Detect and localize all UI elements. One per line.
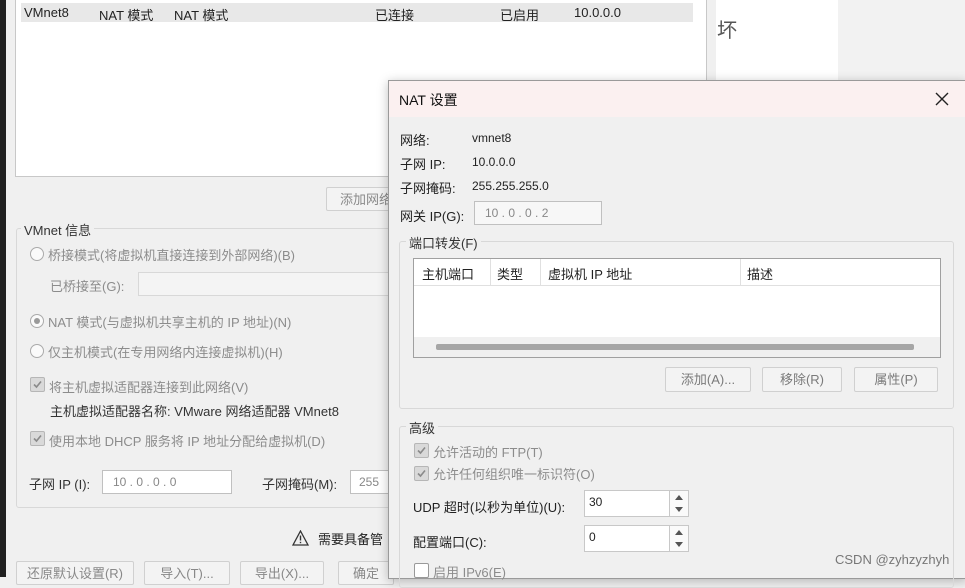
config-port-spinner[interactable] <box>669 525 689 552</box>
udp-timeout-label: UDP 超时(以秒为单位)(U): <box>413 500 566 515</box>
gateway-label: 网关 IP(G): <box>400 209 465 224</box>
bridged-to-select[interactable] <box>138 272 396 296</box>
subnet-ip-label: 子网 IP (I): <box>29 477 91 492</box>
chevron-up-icon[interactable] <box>675 530 683 535</box>
config-port-value: 0 <box>589 530 596 544</box>
chevron-down-icon[interactable] <box>675 542 683 547</box>
advanced-legend: 高级 <box>406 418 439 437</box>
subnet-ip-label: 子网 IP: <box>400 157 446 172</box>
port-forwarding-table[interactable]: 主机端口 类型 虚拟机 IP 地址 描述 <box>413 258 941 358</box>
udp-timeout-value: 30 <box>589 495 603 509</box>
port-forwarding-legend: 端口转发(F) <box>406 233 481 252</box>
host-only-radio[interactable] <box>30 344 44 358</box>
column-type[interactable]: 类型 <box>497 264 523 283</box>
cell-type: NAT 模式 <box>99 8 154 23</box>
warning-icon <box>292 530 309 546</box>
use-dhcp-label: 使用本地 DHCP 服务将 IP 地址分配给虚拟机(D) <box>49 434 326 449</box>
allow-ftp-label: 允许活动的 FTP(T) <box>433 445 543 460</box>
subnet-mask-label: 子网掩码(M): <box>262 477 338 492</box>
ok-button[interactable]: 确定 <box>338 561 394 585</box>
subnet-ip-value: 10 . 0 . 0 . 0 <box>113 475 177 489</box>
gateway-field[interactable]: 10 . 0 . 0 . 2 <box>474 201 602 225</box>
watermark: CSDN @zyhzyzhyh <box>835 552 950 567</box>
connect-adapter-checkbox[interactable] <box>30 377 45 392</box>
subnet-ip-field[interactable]: 10 . 0 . 0 . 0 <box>102 470 232 494</box>
enable-ipv6-checkbox[interactable] <box>414 563 429 578</box>
chevron-up-icon[interactable] <box>675 495 683 500</box>
table-header: 主机端口 类型 虚拟机 IP 地址 描述 <box>414 259 940 286</box>
config-port-input[interactable]: 0 <box>584 525 670 552</box>
connect-adapter-label: 将主机虚拟适配器连接到此网络(V) <box>49 380 249 395</box>
horizontal-scrollbar[interactable] <box>414 337 940 357</box>
import-button[interactable]: 导入(T)... <box>144 561 230 585</box>
check-icon <box>417 446 426 455</box>
document-side-panel <box>838 0 965 80</box>
vmnet-info-group <box>16 228 398 508</box>
table-row[interactable]: VMnet8 NAT 模式 NAT 模式 已连接 已启用 10.0.0.0 <box>21 3 693 23</box>
close-icon[interactable] <box>935 92 949 106</box>
network-label: 网络: <box>400 133 430 148</box>
column-vm-ip[interactable]: 虚拟机 IP 地址 <box>548 264 632 283</box>
subnet-mask-value: 255.255.255.0 <box>472 179 549 193</box>
cell-external: NAT 模式 <box>174 8 229 23</box>
column-host-port[interactable]: 主机端口 <box>422 264 474 283</box>
bridged-radio[interactable] <box>30 247 44 261</box>
udp-timeout-spinner[interactable] <box>669 490 689 517</box>
enable-ipv6-label: 启用 IPv6(E) <box>433 565 506 580</box>
nat-settings-dialog: NAT 设置 网络: vmnet8 子网 IP: 10.0.0.0 子网掩码: … <box>388 80 965 588</box>
vmnet-info-legend: VMnet 信息 <box>21 220 95 239</box>
cell-name: VMnet8 <box>24 5 69 20</box>
gateway-value: 10 . 0 . 0 . 2 <box>485 206 549 220</box>
subnet-ip-value: 10.0.0.0 <box>472 155 516 169</box>
check-icon <box>33 434 42 443</box>
remove-port-button[interactable]: 移除(R) <box>762 367 842 392</box>
check-icon <box>417 469 426 478</box>
nat-label: NAT 模式(与虚拟机共享主机的 IP 地址)(N) <box>48 315 292 330</box>
dialog-titlebar: NAT 设置 <box>389 81 965 117</box>
check-icon <box>33 380 42 389</box>
admin-warning: 需要具备管 <box>318 532 384 547</box>
udp-timeout-input[interactable]: 30 <box>584 490 670 517</box>
host-only-label: 仅主机模式(在专用网络内连接虚拟机)(H) <box>48 345 283 360</box>
cell-host-connection: 已连接 <box>375 8 415 23</box>
scrollbar-thumb[interactable] <box>436 344 914 350</box>
bridged-label: 桥接模式(将虚拟机直接连接到外部网络)(B) <box>48 248 295 263</box>
cell-subnet: 10.0.0.0 <box>574 5 621 20</box>
dialog-title: NAT 设置 <box>399 92 458 108</box>
restore-defaults-button[interactable]: 还原默认设置(R) <box>16 561 134 585</box>
bridged-to-label: 已桥接至(G): <box>50 279 125 294</box>
allow-oui-label: 允许任何组织唯一标识符(O) <box>433 467 595 482</box>
config-port-label: 配置端口(C): <box>413 535 487 550</box>
export-button[interactable]: 导出(X)... <box>240 561 324 585</box>
doc-text-fragment: 坏 <box>717 20 737 42</box>
nat-radio[interactable] <box>30 314 44 328</box>
cell-dhcp: 已启用 <box>500 8 540 23</box>
desktop-edge <box>0 0 6 577</box>
allow-oui-checkbox[interactable] <box>414 466 429 481</box>
allow-ftp-checkbox[interactable] <box>414 443 429 458</box>
use-dhcp-checkbox[interactable] <box>30 431 45 446</box>
network-value: vmnet8 <box>472 131 512 145</box>
column-description[interactable]: 描述 <box>747 264 773 283</box>
add-port-button[interactable]: 添加(A)... <box>665 367 751 392</box>
subnet-mask-value: 255 <box>359 475 380 489</box>
adapter-name-label: 主机虚拟适配器名称: VMware 网络适配器 VMnet8 <box>50 404 339 419</box>
port-properties-button[interactable]: 属性(P) <box>854 367 938 392</box>
subnet-mask-label: 子网掩码: <box>400 181 456 196</box>
chevron-down-icon[interactable] <box>675 507 683 512</box>
